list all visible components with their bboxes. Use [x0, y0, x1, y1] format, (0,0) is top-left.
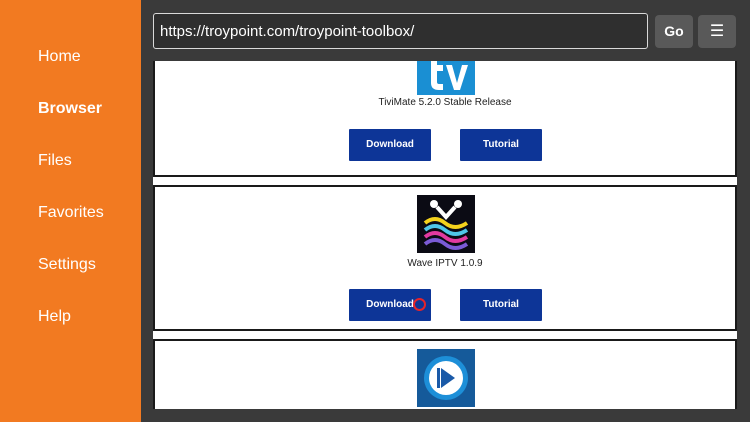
app-card-third [153, 339, 737, 409]
app-card-tivimate: TiviMate 5.2.0 Stable Release Download T… [153, 61, 737, 177]
sidebar-item-help[interactable]: Help [38, 307, 71, 327]
tutorial-button[interactable]: Tutorial [460, 289, 542, 321]
url-input[interactable] [153, 13, 648, 49]
app-card-wave-iptv: Wave IPTV 1.0.9 Download Tutorial [153, 185, 737, 331]
wave-iptv-logo-icon [417, 195, 475, 253]
tutorial-button[interactable]: Tutorial [460, 129, 542, 161]
sidebar-item-browser[interactable]: Browser [38, 99, 102, 119]
app-title: TiviMate 5.2.0 Stable Release [378, 97, 512, 108]
download-button[interactable]: Download [349, 129, 431, 161]
play-logo-icon [417, 349, 475, 407]
sidebar-item-files[interactable]: Files [38, 151, 72, 171]
sidebar-item-home[interactable]: Home [38, 47, 81, 67]
cursor-ring-icon [413, 298, 426, 311]
go-button[interactable]: Go [655, 15, 693, 48]
tivimate-logo-icon [417, 61, 475, 95]
sidebar-item-favorites[interactable]: Favorites [38, 203, 104, 223]
web-page-view[interactable]: TiviMate 5.2.0 Stable Release Download T… [153, 61, 737, 409]
browser-panel: Go ☰ TiviMate 5.2.0 Stable Release Downl… [141, 0, 750, 422]
app-title: Wave IPTV 1.0.9 [407, 258, 483, 269]
sidebar: Home Browser Files Favorites Settings He… [0, 0, 141, 422]
sidebar-item-settings[interactable]: Settings [38, 255, 96, 275]
hamburger-icon[interactable]: ☰ [698, 15, 736, 48]
